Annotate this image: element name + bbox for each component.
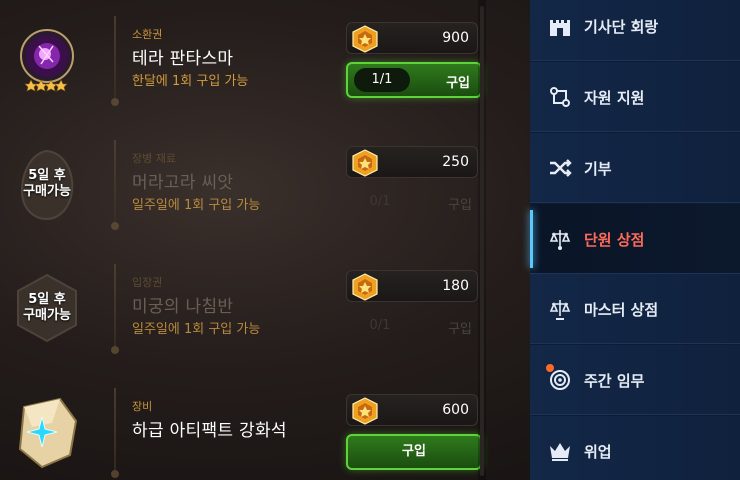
sidebar-item-knights-hall[interactable]: 기사단 회랑 [530,0,740,61]
gold-coin-icon [352,149,378,177]
gold-coin-icon [352,397,378,425]
sidebar-item-label: 위업 [584,443,612,461]
shop-item-labyrinth-compass[interactable]: 5일 후 구매가능 입장권 미궁의 나침반 일주일에 1회 구입 가능 180 … [0,248,490,368]
locked-text: 5일 후 구매가능 [23,292,71,323]
divider [111,16,119,106]
buy-label: 구입 [402,444,426,459]
sidebar-item-member-shop[interactable]: 단원 상점 [530,204,740,274]
divider [111,140,119,230]
compass-icon: 5일 후 구매가능 [8,266,86,350]
summon-ticket-icon [8,18,86,102]
shop-item-artifact-stone[interactable]: 장비 하급 아티팩트 강화석 600 구입 [0,372,490,480]
shop-item-terra-phantasma[interactable]: 소환권 테라 판타스마 한달에 1회 구입 가능 900 1/1 구입 [0,0,490,120]
scale-master-icon [549,300,571,320]
price: 250 [442,154,469,170]
sidebar-item-master-shop[interactable]: 마스터 상점 [530,274,740,344]
gold-coin-icon [352,273,378,301]
quantity: 0/1 [369,194,391,209]
sidebar-item-label: 마스터 상점 [584,301,659,319]
sidebar-item-achievement[interactable]: 위업 [530,416,740,480]
price-box: 900 [346,22,478,54]
scale-member-icon [549,230,571,250]
item-name: 하급 아티팩트 강화석 [132,421,287,441]
buy-button[interactable]: 1/1 구입 [346,62,482,98]
seed-icon: 5일 후 구매가능 [8,142,86,226]
purchase-limit: 일주일에 1회 구입 가능 [132,198,261,213]
sidebar-item-label: 기부 [584,160,612,178]
quantity: 0/1 [369,318,391,333]
item-name: 머라고라 씨앗 [132,173,234,193]
price: 900 [442,30,469,46]
item-name: 테라 판타스마 [132,49,234,69]
price-box: 180 [346,270,478,302]
artifact-stone-icon [8,390,86,474]
crown-icon [550,443,570,461]
buy-button[interactable]: 구입 [346,434,482,470]
transfer-icon [550,87,570,107]
divider [111,264,119,354]
buy-label: 구입 [448,198,472,213]
item-name: 미궁의 나침반 [132,297,234,317]
buy-button: 0/1 구입 [346,186,482,222]
quantity: 1/1 [354,68,410,92]
sidebar-item-label: 기사단 회랑 [584,18,659,36]
sidebar-item-label: 자원 지원 [584,89,645,107]
divider [111,388,119,478]
buy-label: 구입 [446,76,470,91]
locked-text: 5일 후 구매가능 [23,168,71,199]
item-category: 장병 재료 [132,152,176,165]
price: 180 [442,278,469,294]
purchase-limit: 한달에 1회 구입 가능 [132,74,249,89]
price-box: 250 [346,146,478,178]
notification-dot [546,364,554,372]
sidebar: 기사단 회랑 자원 지원 기부 단원 상점 마스터 상점 주간 임무 위업 [530,0,740,480]
price: 600 [442,402,469,418]
item-category: 장비 [132,400,153,413]
sidebar-item-label: 주간 임무 [584,372,645,390]
gold-coin-icon [352,25,378,53]
purchase-limit: 일주일에 1회 구입 가능 [132,322,261,337]
sidebar-item-weekly-mission[interactable]: 주간 임무 [530,345,740,415]
price-box: 600 [346,394,478,426]
sidebar-item-donation[interactable]: 기부 [530,133,740,203]
sidebar-item-label: 단원 상점 [584,231,645,249]
scrollbar-thumb[interactable] [480,6,484,476]
item-category: 입장권 [132,276,163,289]
castle-icon [550,20,570,36]
buy-button: 0/1 구입 [346,310,482,346]
shop-list: 소환권 테라 판타스마 한달에 1회 구입 가능 900 1/1 구입 5일 후… [0,0,490,480]
sidebar-item-resource-support[interactable]: 자원 지원 [530,62,740,132]
shuffle-icon [550,159,572,177]
shop-item-mandragora-seed[interactable]: 5일 후 구매가능 장병 재료 머라고라 씨앗 일주일에 1회 구입 가능 25… [0,124,490,244]
item-category: 소환권 [132,28,163,41]
buy-label: 구입 [448,322,472,337]
